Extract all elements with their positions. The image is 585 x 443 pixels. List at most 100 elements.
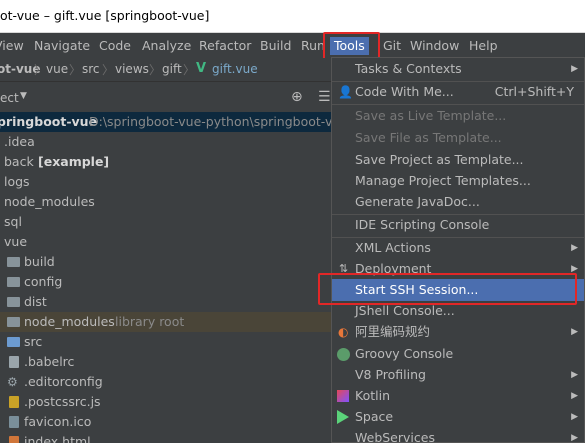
space-icon [337,410,349,424]
menu-item-label: V8 Profiling [355,367,426,382]
breadcrumb-src[interactable]: src [82,62,100,76]
menu-item-tasks-contexts[interactable]: Tasks & Contexts ▶ [332,58,584,80]
tree-row[interactable]: src [0,332,335,352]
submenu-arrow-icon: ▶ [571,433,578,443]
menu-item-label: Save Project as Template... [355,152,524,167]
breadcrumb-separator-icon: 〉 [149,63,162,77]
tree-row-label: vue [4,234,28,249]
menu-item-label: Kotlin [355,388,390,403]
breadcrumb-separator-icon: 〉 [183,63,196,77]
menu-item-save-file-template: Save File as Template... [332,127,584,149]
menu-item-generate-javadoc[interactable]: Generate JavaDoc... [332,191,584,213]
menu-build[interactable]: Build [260,37,291,55]
tree-row-label: .idea [4,134,35,149]
breadcrumb-separator-icon: 〉 [69,63,82,77]
menu-item-groovy-console[interactable]: Groovy Console [332,343,584,365]
folder-icon [7,257,20,267]
menu-item-v8-profiling[interactable]: V8 Profiling ▶ [332,364,584,386]
tree-row[interactable]: config [0,272,335,292]
tree-row[interactable]: node_modules [0,192,335,212]
tree-row[interactable]: .postcssrc.js [0,392,335,412]
breadcrumb-vue[interactable]: vue [46,62,68,76]
tree-row-label: node_modules [4,194,95,209]
image-file-icon [9,416,19,428]
menu-item-code-with-me[interactable]: 👤 Code With Me... Ctrl+Shift+Y [332,81,584,103]
gear-icon: ⚙ [7,375,18,389]
menu-item-label: WebServices [355,430,435,443]
menu-help[interactable]: Help [469,37,498,55]
menu-window[interactable]: Window [410,37,459,55]
menu-item-shortcut: Ctrl+Shift+Y [494,84,574,99]
tree-root-path: D:\springboot-vue-python\springboot-vu [89,114,335,129]
kotlin-icon [337,390,349,402]
menu-item-save-project-template[interactable]: Save Project as Template... [332,149,584,171]
js-file-icon [9,396,19,408]
menu-code[interactable]: Code [99,37,131,55]
collapse-icon[interactable]: ☰ [318,89,331,105]
menu-item-label: Save File as Template... [355,130,502,145]
menu-item-label: 阿里编码规约 [355,324,431,339]
menu-item-kotlin[interactable]: Kotlin ▶ [332,385,584,407]
submenu-arrow-icon: ▶ [571,370,578,380]
tree-row-label: src [24,334,43,349]
tree-row-module-tag: [example] [38,154,110,169]
menubar: View Navigate Code Analyze Refactor Buil… [0,34,585,58]
menu-item-space[interactable]: Space ▶ [332,406,584,428]
project-panel-title[interactable]: ect [0,91,19,105]
menu-item-xml-actions[interactable]: XML Actions ▶ [332,237,584,259]
highlight-box-tools [323,32,380,60]
breadcrumb-separator-icon: 〉 [102,63,115,77]
tree-row[interactable]: dist [0,292,335,312]
project-panel-header: ect ▼ ⊕ ☰ [0,87,335,109]
menu-refactor[interactable]: Refactor [199,37,251,55]
menu-git[interactable]: Git [383,37,401,55]
tools-menu-dropdown: Tasks & Contexts ▶ 👤 Code With Me... Ctr… [331,57,585,443]
breadcrumb-gift[interactable]: gift [162,62,182,76]
folder-icon [7,337,20,347]
tree-row[interactable]: favicon.ico [0,412,335,432]
tree-row[interactable]: logs [0,172,335,192]
tree-row[interactable]: back [example] [0,152,335,172]
menu-item-manage-templates[interactable]: Manage Project Templates... [332,170,584,192]
tree-row-label: .postcssrc.js [24,394,101,409]
chevron-down-icon[interactable]: ▼ [20,91,27,101]
breadcrumb-views[interactable]: views [115,62,149,76]
tree-row[interactable]: node_modules library root [0,312,335,332]
tree-row[interactable]: build [0,252,335,272]
breadcrumb-gift-vue[interactable]: gift.vue [212,62,258,76]
submenu-arrow-icon: ▶ [571,327,578,337]
tree-row[interactable]: sql [0,212,335,232]
folder-icon [7,317,20,327]
menu-item-label: Save as Live Template... [355,108,507,123]
tree-row-label: .editorconfig [24,374,103,389]
window-titlebar: ot-vue – gift.vue [springboot-vue] [0,0,585,33]
tree-row-label: index.html [24,434,91,443]
tree-row-label: build [24,254,55,269]
locate-icon[interactable]: ⊕ [291,89,303,105]
folder-icon [7,297,20,307]
breadcrumb-separator-icon: 〉 [34,63,47,77]
alibaba-icon: ◐ [338,325,349,339]
tree-root[interactable]: pringboot-vue D:\springboot-vue-python\s… [0,112,335,132]
menu-item-label: Manage Project Templates... [355,173,531,188]
tree-row[interactable]: ⚙ .editorconfig [0,372,335,392]
menu-item-label: Generate JavaDoc... [355,194,480,209]
menu-item-save-live-template: Save as Live Template... [332,105,584,127]
tree-row-label: back [4,154,34,169]
tree-row[interactable]: index.html [0,432,335,443]
menu-item-label: XML Actions [355,240,431,255]
menu-analyze[interactable]: Analyze [142,37,191,55]
tree-row[interactable]: vue [0,232,335,252]
menu-item-ide-scripting[interactable]: IDE Scripting Console [332,214,584,236]
tree-row[interactable]: .babelrc [0,352,335,372]
tree-root-name: pringboot-vue [0,114,98,129]
menu-navigate[interactable]: Navigate [34,37,90,55]
tree-row-label: .babelrc [24,354,75,369]
tree-row[interactable]: .idea [0,132,335,152]
menu-item-webservices[interactable]: WebServices ▶ [332,427,584,443]
menu-run[interactable]: Run [301,37,325,55]
submenu-arrow-icon: ▶ [571,391,578,401]
menu-view[interactable]: View [0,37,24,55]
highlight-box-ssh-session [318,273,577,305]
menu-item-alibaba-guidelines[interactable]: ◐ 阿里编码规约 ▶ [332,321,584,343]
